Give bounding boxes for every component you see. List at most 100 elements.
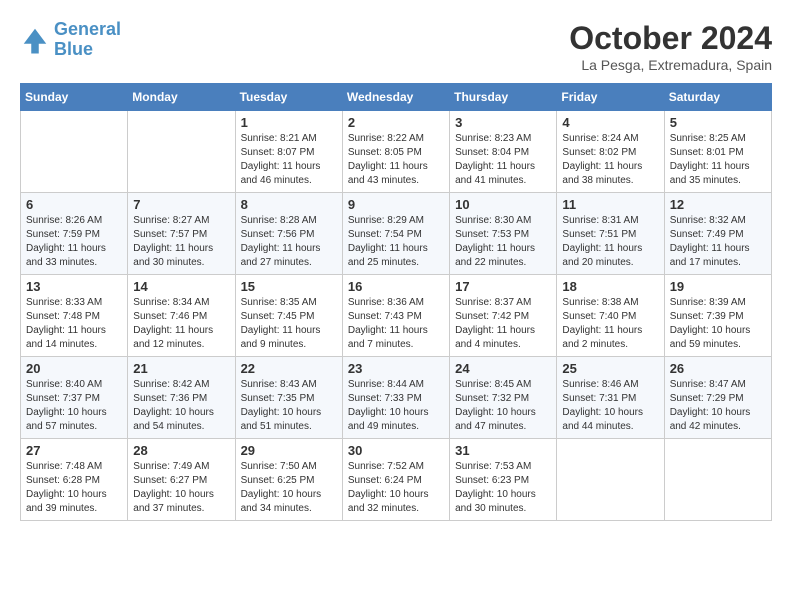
day-number: 30 [348,443,444,458]
day-number: 18 [562,279,658,294]
calendar-cell [128,111,235,193]
calendar-cell: 4 Sunrise: 8:24 AMSunset: 8:02 PMDaylight… [557,111,664,193]
day-info: Sunrise: 8:24 AMSunset: 8:02 PMDaylight:… [562,132,658,188]
day-number: 10 [455,197,551,212]
day-info: Sunrise: 7:49 AMSunset: 6:27 PMDaylight:… [133,460,229,516]
calendar-cell: 21 Sunrise: 8:42 AMSunset: 7:36 PMDayligh… [128,357,235,439]
day-info: Sunrise: 8:22 AMSunset: 8:05 PMDaylight:… [348,132,444,188]
day-info: Sunrise: 8:23 AMSunset: 8:04 PMDaylight:… [455,132,551,188]
calendar-cell: 25 Sunrise: 8:46 AMSunset: 7:31 PMDayligh… [557,357,664,439]
logo-line2: Blue [54,39,93,59]
calendar-cell: 7Sunrise: 8:27 AMSunset: 7:57 PMDaylight… [128,193,235,275]
weekday-header-cell: Wednesday [342,84,449,111]
day-number: 9 [348,197,444,212]
logo-icon [20,25,50,55]
calendar-cell: 22 Sunrise: 8:43 AMSunset: 7:35 PMDayligh… [235,357,342,439]
calendar-cell: 17 Sunrise: 8:37 AMSunset: 7:42 PMDayligh… [450,275,557,357]
weekday-header-cell: Friday [557,84,664,111]
calendar-cell: 19 Sunrise: 8:39 AMSunset: 7:39 PMDayligh… [664,275,771,357]
calendar-cell: 31Sunrise: 7:53 AMSunset: 6:23 PMDayligh… [450,439,557,521]
day-number: 15 [241,279,337,294]
calendar-cell: 23 Sunrise: 8:44 AMSunset: 7:33 PMDayligh… [342,357,449,439]
day-info: Sunrise: 8:29 AMSunset: 7:54 PMDaylight:… [348,214,444,270]
day-number: 11 [562,197,658,212]
calendar-cell: 9 Sunrise: 8:29 AMSunset: 7:54 PMDaylight… [342,193,449,275]
day-info: Sunrise: 8:26 AMSunset: 7:59 PMDaylight:… [26,214,122,270]
logo-line1: General [54,19,121,39]
calendar-cell: 26 Sunrise: 8:47 AMSunset: 7:29 PMDayligh… [664,357,771,439]
day-info: Sunrise: 8:32 AMSunset: 7:49 PMDaylight:… [670,214,766,270]
day-info: Sunrise: 8:43 AMSunset: 7:35 PMDaylight:… [241,378,337,434]
calendar-cell: 13Sunrise: 8:33 AMSunset: 7:48 PMDayligh… [21,275,128,357]
calendar-cell: 11 Sunrise: 8:31 AMSunset: 7:51 PMDayligh… [557,193,664,275]
calendar-cell [557,439,664,521]
day-info: Sunrise: 8:38 AMSunset: 7:40 PMDaylight:… [562,296,658,352]
day-info: Sunrise: 8:44 AMSunset: 7:33 PMDaylight:… [348,378,444,434]
title-block: October 2024 La Pesga, Extremadura, Spai… [569,20,772,73]
day-info: Sunrise: 7:48 AMSunset: 6:28 PMDaylight:… [26,460,122,516]
calendar-cell: 8 Sunrise: 8:28 AMSunset: 7:56 PMDaylight… [235,193,342,275]
calendar-cell: 30Sunrise: 7:52 AMSunset: 6:24 PMDayligh… [342,439,449,521]
page-header: General Blue October 2024 La Pesga, Extr… [20,20,772,73]
calendar-cell [21,111,128,193]
day-info: Sunrise: 8:46 AMSunset: 7:31 PMDaylight:… [562,378,658,434]
logo-text: General Blue [54,20,121,60]
day-number: 4 [562,115,658,130]
day-info: Sunrise: 8:47 AMSunset: 7:29 PMDaylight:… [670,378,766,434]
day-info: Sunrise: 8:31 AMSunset: 7:51 PMDaylight:… [562,214,658,270]
day-number: 13 [26,279,122,294]
day-number: 2 [348,115,444,130]
calendar-cell: 28 Sunrise: 7:49 AMSunset: 6:27 PMDayligh… [128,439,235,521]
day-number: 29 [241,443,337,458]
day-number: 6 [26,197,122,212]
calendar-cell: 6 Sunrise: 8:26 AMSunset: 7:59 PMDaylight… [21,193,128,275]
calendar-cell [664,439,771,521]
weekday-header-cell: Tuesday [235,84,342,111]
day-number: 21 [133,361,229,376]
day-number: 19 [670,279,766,294]
weekday-header-row: SundayMondayTuesdayWednesdayThursdayFrid… [21,84,772,111]
weekday-header-cell: Sunday [21,84,128,111]
calendar-week-row: 13Sunrise: 8:33 AMSunset: 7:48 PMDayligh… [21,275,772,357]
day-info: Sunrise: 8:35 AMSunset: 7:45 PMDaylight:… [241,296,337,352]
day-number: 8 [241,197,337,212]
day-number: 5 [670,115,766,130]
calendar-cell: 18 Sunrise: 8:38 AMSunset: 7:40 PMDayligh… [557,275,664,357]
weekday-header-cell: Thursday [450,84,557,111]
day-number: 17 [455,279,551,294]
calendar-week-row: 6 Sunrise: 8:26 AMSunset: 7:59 PMDaylight… [21,193,772,275]
day-number: 3 [455,115,551,130]
calendar-cell: 1Sunrise: 8:21 AMSunset: 8:07 PMDaylight… [235,111,342,193]
day-number: 16 [348,279,444,294]
day-info: Sunrise: 8:25 AMSunset: 8:01 PMDaylight:… [670,132,766,188]
day-info: Sunrise: 8:30 AMSunset: 7:53 PMDaylight:… [455,214,551,270]
calendar-body: 1Sunrise: 8:21 AMSunset: 8:07 PMDaylight… [21,111,772,521]
day-info: Sunrise: 8:42 AMSunset: 7:36 PMDaylight:… [133,378,229,434]
day-number: 12 [670,197,766,212]
day-info: Sunrise: 8:37 AMSunset: 7:42 PMDaylight:… [455,296,551,352]
day-info: Sunrise: 8:36 AMSunset: 7:43 PMDaylight:… [348,296,444,352]
day-number: 14 [133,279,229,294]
day-number: 25 [562,361,658,376]
day-info: Sunrise: 8:39 AMSunset: 7:39 PMDaylight:… [670,296,766,352]
month-title: October 2024 [569,20,772,57]
calendar-week-row: 20Sunrise: 8:40 AMSunset: 7:37 PMDayligh… [21,357,772,439]
calendar-cell: 5 Sunrise: 8:25 AMSunset: 8:01 PMDaylight… [664,111,771,193]
location-subtitle: La Pesga, Extremadura, Spain [569,57,772,73]
day-info: Sunrise: 8:45 AMSunset: 7:32 PMDaylight:… [455,378,551,434]
day-number: 27 [26,443,122,458]
day-number: 1 [241,115,337,130]
day-number: 24 [455,361,551,376]
calendar-cell: 15 Sunrise: 8:35 AMSunset: 7:45 PMDayligh… [235,275,342,357]
calendar-cell: 29Sunrise: 7:50 AMSunset: 6:25 PMDayligh… [235,439,342,521]
day-number: 28 [133,443,229,458]
day-info: Sunrise: 8:28 AMSunset: 7:56 PMDaylight:… [241,214,337,270]
weekday-header-cell: Monday [128,84,235,111]
day-number: 26 [670,361,766,376]
calendar-cell: 12 Sunrise: 8:32 AMSunset: 7:49 PMDayligh… [664,193,771,275]
day-number: 22 [241,361,337,376]
calendar-cell: 27 Sunrise: 7:48 AMSunset: 6:28 PMDayligh… [21,439,128,521]
day-number: 23 [348,361,444,376]
day-info: Sunrise: 8:40 AMSunset: 7:37 PMDaylight:… [26,378,122,434]
weekday-header-cell: Saturday [664,84,771,111]
